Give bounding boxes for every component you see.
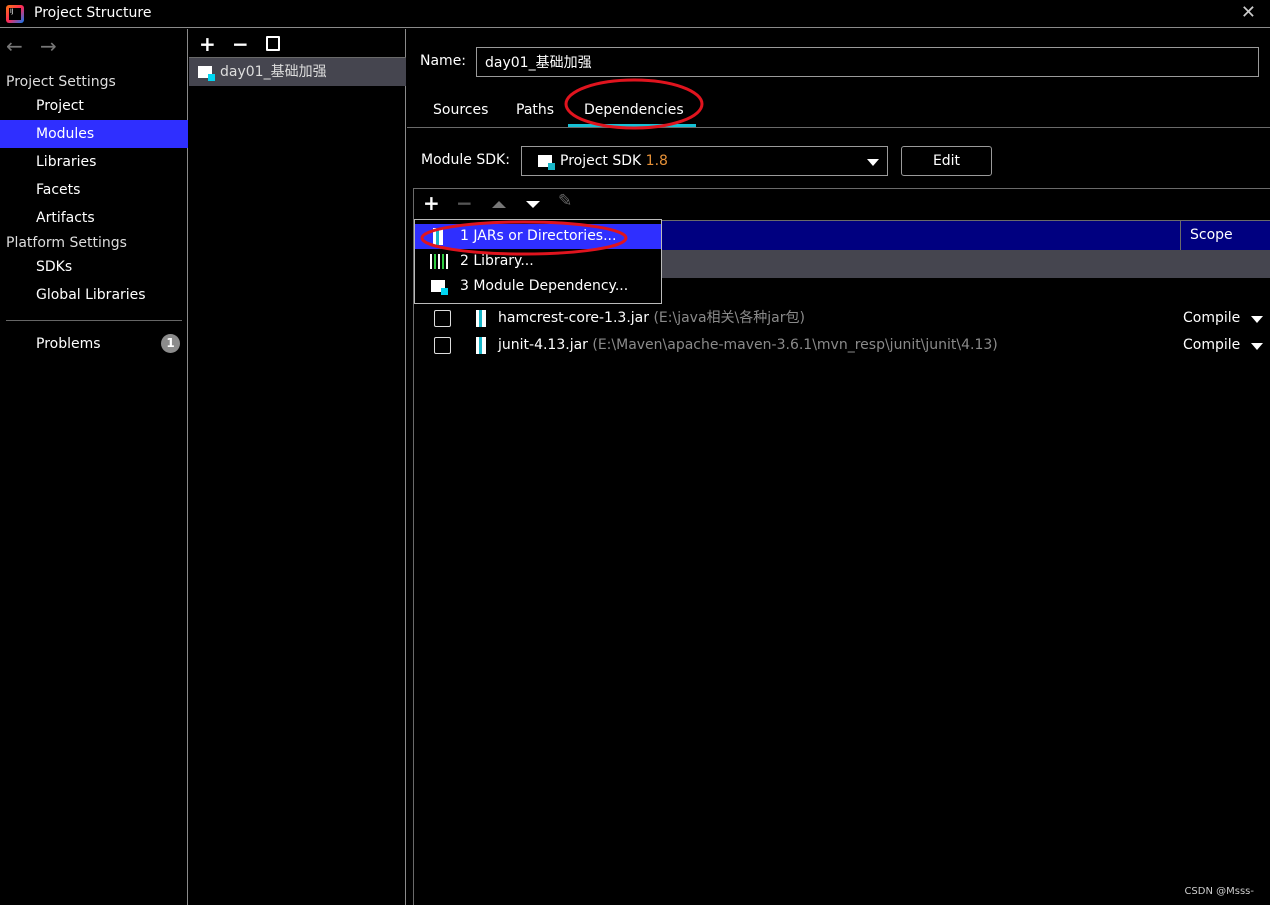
tab-paths[interactable]: Paths <box>516 101 554 119</box>
menu-item-module-dependency[interactable]: 3 Module Dependency... <box>415 274 661 299</box>
edit-pencil-icon[interactable]: ✎ <box>558 191 572 211</box>
sidebar-item-facets[interactable]: Facets <box>0 176 188 204</box>
sidebar: ← → Project Settings Project Modules Lib… <box>0 29 188 905</box>
copy-icon[interactable] <box>266 36 280 51</box>
export-checkbox[interactable] <box>434 337 451 354</box>
sidebar-item-sdks[interactable]: SDKs <box>0 253 188 281</box>
problems-count-badge: 1 <box>161 334 180 353</box>
menu-item-label: 2 Library... <box>460 253 534 269</box>
dependency-entry: junit-4.13.jar (E:\Maven\apache-maven-3.… <box>498 332 998 359</box>
dependency-name: hamcrest-core-1.3.jar <box>498 310 649 326</box>
sidebar-item-project[interactable]: Project <box>0 92 188 120</box>
remove-dependency-icon[interactable]: − <box>456 191 473 215</box>
module-folder-icon <box>431 280 448 295</box>
sdk-folder-icon <box>538 155 555 170</box>
dependency-entry: hamcrest-core-1.3.jar (E:\java相关\各种jar包) <box>498 305 805 332</box>
module-name-input[interactable] <box>476 47 1259 77</box>
sidebar-item-artifacts[interactable]: Artifacts <box>0 204 188 232</box>
table-row[interactable]: hamcrest-core-1.3.jar (E:\java相关\各种jar包)… <box>414 305 1270 332</box>
menu-item-library[interactable]: 2 Library... <box>415 249 661 274</box>
section-project-settings: Project Settings <box>6 74 116 90</box>
module-sdk-label: Module SDK: <box>421 152 510 168</box>
chevron-down-icon[interactable] <box>1251 343 1263 350</box>
menu-item-jars-or-directories[interactable]: 1 JARs or Directories... <box>415 224 661 249</box>
module-label: day01_基础加强 <box>220 64 327 80</box>
divider <box>407 127 1270 128</box>
add-dependency-menu: 1 JARs or Directories... 2 Library... 3 … <box>414 219 662 304</box>
jar-icon <box>433 228 443 245</box>
dependency-name: junit-4.13.jar <box>498 337 588 353</box>
menu-item-label: 1 JARs or Directories... <box>460 228 617 244</box>
close-icon[interactable]: ✕ <box>1241 2 1256 23</box>
jar-icon <box>476 337 486 354</box>
section-platform-settings: Platform Settings <box>6 235 127 251</box>
module-item[interactable]: day01_基础加强 <box>189 58 406 86</box>
watermark: CSDN @Msss- <box>1184 886 1254 897</box>
sidebar-item-problems[interactable]: Problems 1 <box>0 330 188 358</box>
scope-dropdown[interactable]: Compile <box>1183 305 1240 332</box>
sidebar-item-libraries[interactable]: Libraries <box>0 148 188 176</box>
sdk-version: 1.8 <box>645 153 668 169</box>
move-down-icon[interactable] <box>526 201 540 208</box>
menu-item-label: 3 Module Dependency... <box>460 278 629 294</box>
forward-arrow-icon[interactable]: → <box>40 34 57 58</box>
edit-button[interactable]: Edit <box>901 146 992 176</box>
window-title: Project Structure <box>34 5 152 21</box>
problems-label: Problems <box>36 336 101 352</box>
export-checkbox[interactable] <box>434 310 451 327</box>
library-icon <box>430 254 448 269</box>
table-row[interactable]: junit-4.13.jar (E:\Maven\apache-maven-3.… <box>414 332 1270 359</box>
scope-header[interactable]: Scope <box>1190 227 1233 243</box>
back-arrow-icon[interactable]: ← <box>6 34 23 58</box>
modules-panel: + − day01_基础加强 <box>189 29 406 905</box>
module-settings: Name: Sources Paths Dependencies Module … <box>407 29 1270 905</box>
tab-dependencies[interactable]: Dependencies <box>584 101 684 119</box>
divider <box>6 320 182 321</box>
tab-sources[interactable]: Sources <box>433 101 488 119</box>
title-bar: IJ Project Structure ✕ <box>0 0 1270 28</box>
intellij-logo: IJ <box>6 5 24 23</box>
jar-icon <box>476 310 486 327</box>
move-up-icon[interactable] <box>492 201 506 208</box>
add-icon[interactable]: + <box>199 32 216 56</box>
module-sdk-dropdown[interactable]: Project SDK 1.8 <box>521 146 888 176</box>
column-divider <box>1180 221 1181 251</box>
name-label: Name: <box>420 53 467 69</box>
dependency-path: (E:\java相关\各种jar包) <box>653 310 805 326</box>
module-folder-icon <box>198 66 215 81</box>
add-dependency-icon[interactable]: + <box>423 191 440 215</box>
dependency-path: (E:\Maven\apache-maven-3.6.1\mvn_resp\ju… <box>592 337 998 353</box>
sidebar-item-modules[interactable]: Modules <box>0 120 188 148</box>
chevron-down-icon <box>867 159 879 166</box>
remove-icon[interactable]: − <box>232 32 249 56</box>
sdk-value: Project SDK <box>560 153 642 169</box>
chevron-down-icon[interactable] <box>1251 316 1263 323</box>
sidebar-item-global-libraries[interactable]: Global Libraries <box>0 281 188 309</box>
scope-dropdown[interactable]: Compile <box>1183 332 1240 359</box>
